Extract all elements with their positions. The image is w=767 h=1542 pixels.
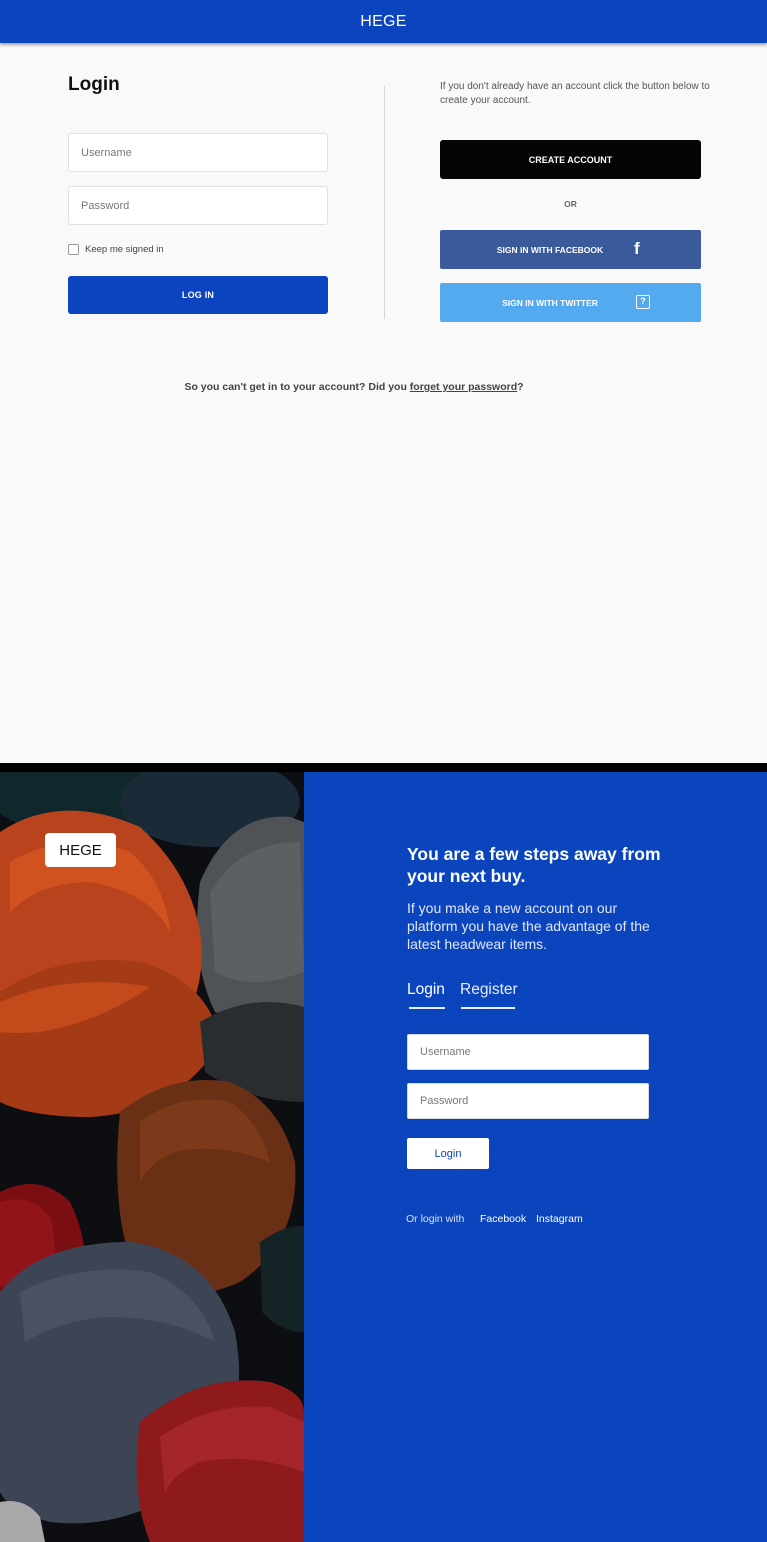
create-account-info: If you don't already have an account cli… bbox=[440, 81, 710, 106]
desktop-login-page-v1: HEGE Login Keep me signed in LOG IN If y… bbox=[0, 0, 767, 763]
tab-login-underline bbox=[409, 1007, 445, 1009]
sign-in-facebook-label: SIGN IN WITH FACEBOOK bbox=[496, 244, 604, 255]
brand-title[interactable]: HEGE bbox=[360, 13, 407, 31]
sign-in-facebook-button[interactable]: SIGN IN WITH FACEBOOK f bbox=[440, 230, 701, 269]
log-in-button[interactable]: LOG IN bbox=[68, 276, 328, 314]
hats-hero-image: HEGE bbox=[0, 772, 304, 1542]
facebook-login-link[interactable]: Facebook bbox=[480, 1213, 526, 1225]
sign-in-twitter-button[interactable]: SIGN IN WITH TWITTER ? bbox=[440, 283, 701, 322]
or-separator: OR bbox=[564, 199, 577, 209]
username-input[interactable] bbox=[68, 133, 328, 172]
forgot-password-text: So you can't get in to your account? Did… bbox=[0, 381, 708, 393]
login-button-v2[interactable]: Login bbox=[407, 1138, 489, 1169]
forgot-password-link[interactable]: forget your password bbox=[410, 381, 517, 393]
create-account-button[interactable]: CREATE ACCOUNT bbox=[440, 140, 701, 179]
instagram-login-link[interactable]: Instagram bbox=[536, 1213, 583, 1225]
or-login-with-label: Or login with bbox=[406, 1213, 465, 1225]
sign-in-twitter-label: SIGN IN WITH TWITTER bbox=[502, 297, 598, 308]
forgot-password-prefix: So you can't get in to your account? Did… bbox=[184, 381, 410, 393]
vertical-divider bbox=[384, 86, 385, 319]
forgot-password-suffix: ? bbox=[517, 381, 524, 393]
password-input[interactable] bbox=[68, 186, 328, 225]
brand-logo[interactable]: HEGE bbox=[45, 833, 116, 867]
subtext: If you make a new account on our platfor… bbox=[407, 900, 650, 952]
keep-signed-in-label: Keep me signed in bbox=[85, 244, 164, 255]
keep-signed-in-checkbox[interactable] bbox=[68, 244, 79, 255]
missing-image-icon: ? bbox=[636, 295, 650, 309]
headline: You are a few steps away from your next … bbox=[407, 844, 661, 886]
keep-signed-in-row[interactable]: Keep me signed in bbox=[68, 244, 164, 255]
password-input-v2[interactable] bbox=[407, 1083, 649, 1119]
login-heading: Login bbox=[68, 74, 120, 95]
tab-register[interactable]: Register bbox=[460, 981, 518, 999]
desktop-login-page-v2: HEGE You are a few steps away from your … bbox=[0, 772, 767, 1542]
tab-register-underline bbox=[461, 1007, 515, 1009]
hats-illustration bbox=[0, 772, 304, 1542]
top-navigation-bar: HEGE bbox=[0, 0, 767, 43]
facebook-icon: f bbox=[634, 239, 640, 258]
tab-login[interactable]: Login bbox=[407, 981, 445, 999]
username-input-v2[interactable] bbox=[407, 1034, 649, 1070]
